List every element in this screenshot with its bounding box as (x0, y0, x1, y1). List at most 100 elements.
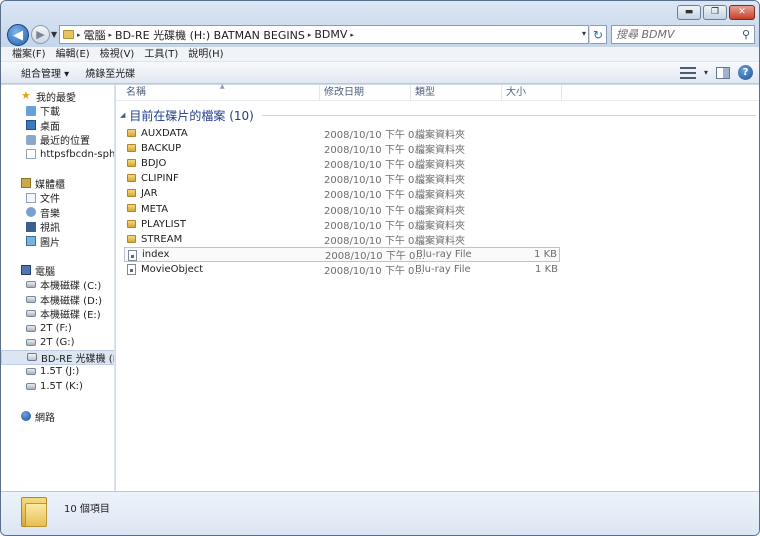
file-row[interactable]: BDJO 2008/10/10 下午 0... 檔案資料夾 (124, 156, 560, 171)
file-type: 檔案資料夾 (415, 130, 465, 142)
help-icon[interactable]: ? (738, 65, 753, 80)
preview-pane-icon[interactable] (716, 66, 730, 79)
documents-icon (26, 192, 36, 203)
view-controls: ▾ ? (679, 65, 753, 80)
breadcrumb-separator[interactable]: ▸ (308, 31, 312, 39)
nav-downloads[interactable]: 下載 (1, 104, 114, 119)
nav-drive-c[interactable]: 本機磁碟 (C:) (1, 278, 114, 292)
nav-drive-f[interactable]: 2T (F:) (1, 321, 114, 336)
forward-button[interactable]: ▶ (31, 25, 50, 44)
file-size: 1 KB (534, 248, 557, 260)
address-dropdown-icon[interactable]: ▾ (582, 29, 586, 38)
nav-drive-d[interactable]: 本機磁碟 (D:) (1, 292, 114, 307)
column-name[interactable]: 名稱 (122, 85, 320, 101)
hard-drive-icon (26, 368, 36, 376)
breadcrumb-bdmv[interactable]: BDMV (314, 28, 347, 41)
refresh-icon[interactable]: ↻ (590, 25, 607, 44)
nav-label: 下載 (40, 107, 60, 119)
file-row[interactable]: META 2008/10/10 下午 0... 檔案資料夾 (124, 201, 560, 217)
column-type[interactable]: 類型 (411, 85, 502, 101)
file-row[interactable]: AUXDATA 2008/10/10 下午 0... 檔案資料夾 (124, 126, 560, 141)
nav-documents[interactable]: 文件 (1, 191, 114, 205)
file-type: 檔案資料夾 (415, 175, 465, 187)
column-size[interactable]: 大小 (502, 85, 562, 101)
nav-favorites[interactable]: ★ 我的最愛 (1, 89, 114, 104)
file-name: index (142, 248, 170, 260)
recent-pages-dropdown[interactable]: ▼ (51, 30, 57, 39)
file-type: 檔案資料夾 (415, 235, 465, 247)
organize-button[interactable]: 組合管理 ▾ (13, 65, 77, 80)
minimize-button[interactable]: ▬ (677, 5, 701, 20)
folder-icon (127, 204, 136, 213)
breadcrumb-separator[interactable]: ▸ (77, 31, 81, 39)
file-date-modified: 2008/10/10 下午 0... (324, 160, 424, 172)
breadcrumb-drive[interactable]: BD-RE 光碟機 (H:) BATMAN BEGINS (115, 27, 305, 43)
nav-label: 電腦 (35, 266, 55, 278)
menu-help[interactable]: 說明(H) (183, 47, 228, 61)
nav-label: 視訊 (40, 223, 60, 235)
nav-favorite-file[interactable]: httpsfbcdn-sphot (1, 147, 114, 162)
column-date-modified[interactable]: 修改日期 (320, 85, 411, 101)
nav-pictures[interactable]: 圖片 (1, 234, 114, 249)
nav-label: 網路 (35, 412, 55, 424)
menu-view[interactable]: 檢視(V) (95, 47, 140, 61)
file-row[interactable]: STREAM 2008/10/10 下午 0... 檔案資料夾 (124, 232, 560, 247)
nav-music[interactable]: 音樂 (1, 205, 114, 220)
nav-label: 音樂 (40, 208, 60, 220)
nav-drive-h[interactable]: BD-RE 光碟機 (H:) (1, 350, 114, 365)
pictures-icon (26, 236, 36, 247)
file-type: Blu-ray File (416, 248, 472, 260)
folder-icon (127, 234, 136, 243)
nav-drive-k[interactable]: 1.5T (K:) (1, 379, 114, 394)
nav-desktop[interactable]: 桌面 (1, 118, 114, 133)
file-type: 檔案資料夾 (415, 220, 465, 232)
hard-drive-icon (26, 310, 36, 318)
burn-to-disc-button[interactable]: 燒錄至光碟 (77, 65, 143, 80)
nav-label: 2T (F:) (40, 322, 72, 334)
hard-drive-icon (26, 324, 36, 332)
nav-network[interactable]: 網路 (1, 409, 114, 424)
view-dropdown-icon[interactable]: ▾ (704, 68, 708, 77)
hard-drive-icon (26, 281, 36, 289)
breadcrumb-separator[interactable]: ▸ (350, 31, 354, 39)
close-button[interactable]: ✕ (729, 5, 755, 20)
nav-label: 1.5T (J:) (40, 366, 80, 378)
nav-libraries[interactable]: 媒體櫃 (1, 176, 114, 191)
back-button[interactable]: ◀ (7, 24, 29, 46)
maximize-button[interactable]: ❐ (703, 5, 727, 20)
file-row[interactable]: PLAYLIST 2008/10/10 下午 0... 檔案資料夾 (124, 217, 560, 232)
breadcrumb-computer[interactable]: 電腦 (84, 27, 106, 43)
nav-label: 桌面 (40, 121, 60, 133)
file-name: CLIPINF (141, 173, 179, 185)
menu-edit[interactable]: 編輯(E) (51, 47, 95, 61)
menu-file[interactable]: 檔案(F) (7, 47, 51, 61)
computer-group: 電腦 本機磁碟 (C:) 本機磁碟 (D:) 本機磁碟 (E:) 2T (F:)… (1, 263, 114, 394)
file-name: PLAYLIST (141, 218, 186, 230)
nav-drive-j[interactable]: 1.5T (J:) (1, 365, 114, 380)
change-view-icon[interactable] (679, 66, 696, 79)
file-row[interactable]: CLIPINF 2008/10/10 下午 0... 檔案資料夾 (124, 171, 560, 186)
nav-videos[interactable]: 視訊 (1, 220, 114, 235)
folder-icon (127, 159, 136, 168)
downloads-icon (26, 105, 36, 116)
address-bar[interactable]: ▸ 電腦 ▸ BD-RE 光碟機 (H:) BATMAN BEGINS ▸ BD… (59, 25, 589, 44)
search-input[interactable] (616, 28, 736, 41)
nav-label: 1.5T (K:) (40, 380, 83, 392)
file-row[interactable]: JAR 2008/10/10 下午 0... 檔案資料夾 (124, 186, 560, 201)
column-headers: ▲ 名稱 修改日期 類型 大小 (116, 83, 759, 101)
file-name: BDJO (141, 158, 167, 170)
menu-tools[interactable]: 工具(T) (139, 47, 183, 61)
nav-computer[interactable]: 電腦 (1, 263, 114, 278)
group-header[interactable]: ◢ 目前在碟片的檔案 (10) (120, 107, 756, 123)
group-divider (261, 114, 756, 116)
file-date-modified: 2008/10/10 下午 0... (324, 130, 424, 142)
nav-drive-g[interactable]: 2T (G:) (1, 336, 114, 351)
breadcrumb-separator[interactable]: ▸ (109, 31, 113, 39)
nav-recent-places[interactable]: 最近的位置 (1, 133, 114, 147)
file-row[interactable]: index 2008/10/10 下午 0... Blu-ray File 1 KB (124, 246, 560, 262)
file-row[interactable]: BACKUP 2008/10/10 下午 0... 檔案資料夾 (124, 141, 560, 156)
search-icon[interactable]: ⚲ (742, 28, 750, 41)
file-row[interactable]: MovieObject 2008/10/10 下午 0... Blu-ray Fil… (124, 262, 560, 277)
collapse-chevron-icon[interactable]: ◢ (120, 111, 125, 119)
nav-drive-e[interactable]: 本機磁碟 (E:) (1, 307, 114, 321)
